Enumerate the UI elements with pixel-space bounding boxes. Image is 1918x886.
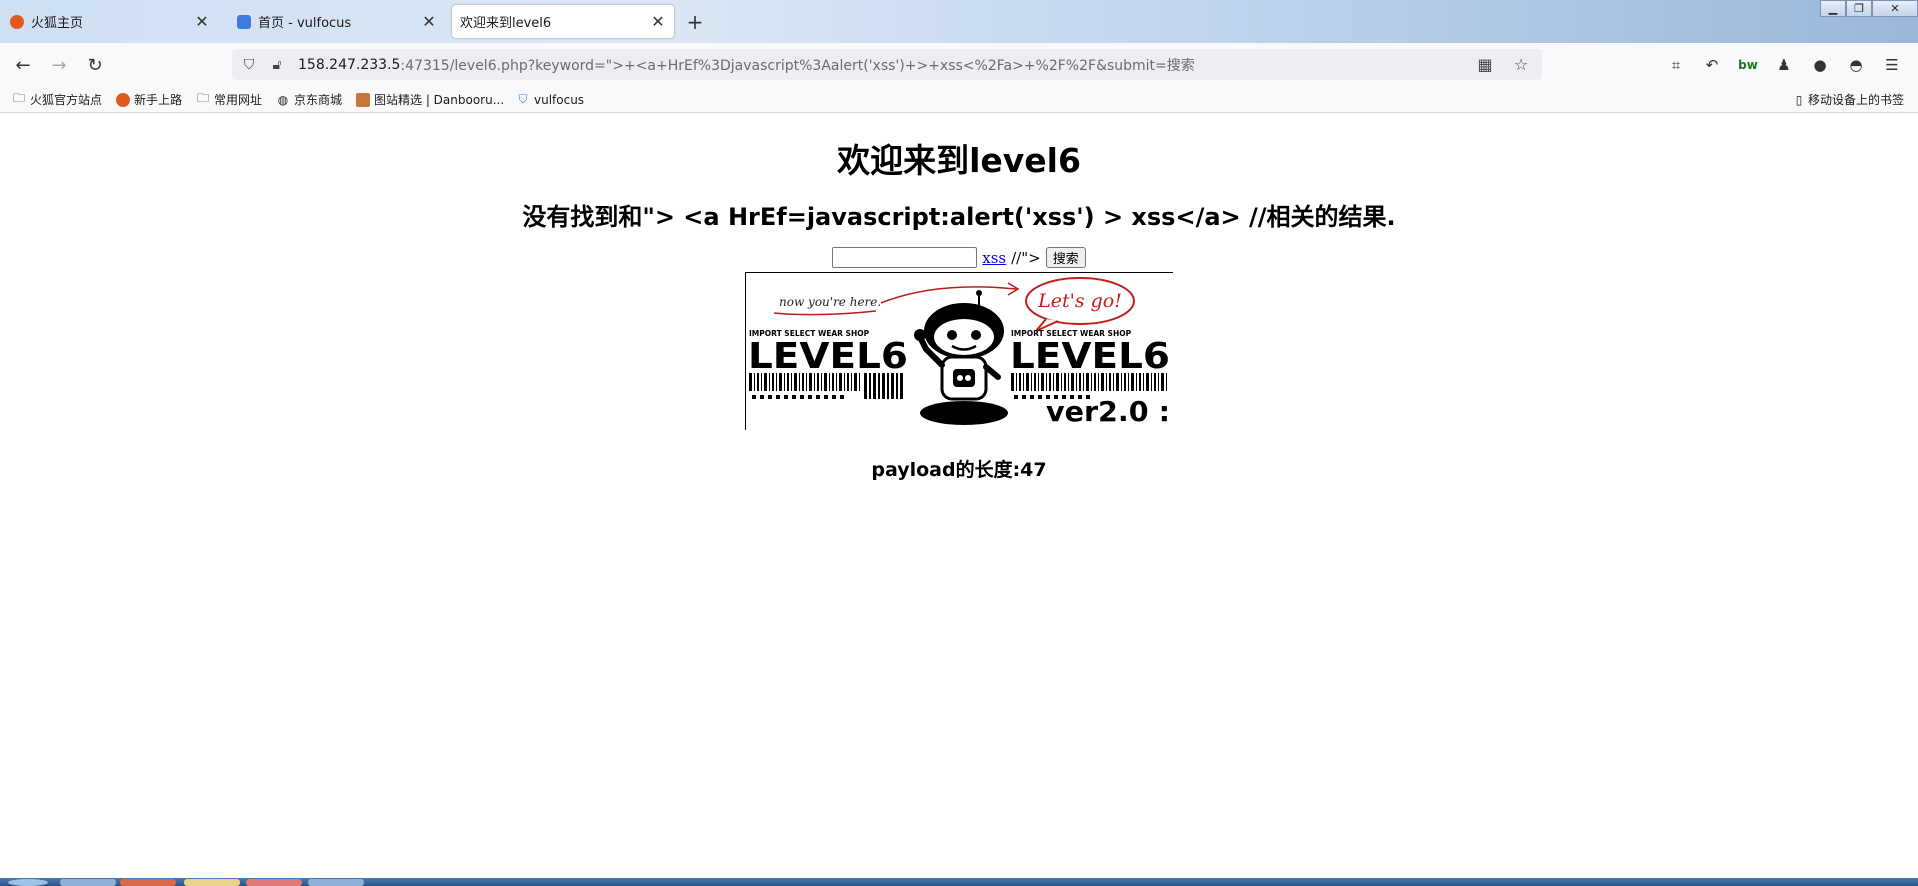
bookmark-item[interactable]: 🗀︎ 火狐官方站点: [12, 90, 102, 109]
toolbar-icons: ⌗ ↶ bw ♟ ● ◓ ☰: [1664, 53, 1904, 77]
firefox-icon: [10, 14, 24, 29]
taskbar-item[interactable]: [184, 879, 240, 886]
restore-button[interactable]: ❐: [1846, 0, 1872, 17]
bookmark-item[interactable]: 🗀︎ 常用网址: [196, 90, 262, 109]
back-button[interactable]: ←: [10, 52, 36, 78]
image-icon: [356, 92, 370, 107]
menu-icon[interactable]: ☰: [1880, 53, 1904, 77]
barcode-left: [749, 373, 903, 399]
star-icon[interactable]: ☆: [1510, 53, 1532, 75]
shield-icon: [237, 14, 251, 29]
bookmark-item[interactable]: ⛉ vulfocus: [516, 90, 584, 109]
search-form: xss //"> 搜索: [0, 247, 1918, 268]
banner-level-right: LEVEL6: [1010, 336, 1170, 377]
page-title: 欢迎来到level6: [837, 141, 1081, 180]
globe-icon: ◍: [277, 92, 289, 107]
address-bar[interactable]: ⛉ 🔓︎ 158.247.233.5:47315/level6.php?keyw…: [232, 49, 1542, 80]
injected-trailing-text: //">: [1011, 248, 1041, 267]
qr-code-icon[interactable]: ▦: [1474, 53, 1496, 75]
window-close-button[interactable]: ✕: [1872, 0, 1918, 17]
insecure-lock-icon[interactable]: 🔓︎: [266, 54, 288, 76]
taskbar-item[interactable]: [308, 879, 364, 886]
level6-banner-image: now you're here. Let's go! IMPORT SELECT…: [745, 272, 1173, 430]
banner-speech: Let's go!: [1037, 290, 1122, 312]
tab-vulfocus[interactable]: 首页 - vulfocus ✕: [227, 5, 445, 38]
navigation-bar: ← → ↻ ⛉ 🔓︎ 158.247.233.5:47315/level6.ph…: [0, 43, 1918, 86]
bookmark-label: 常用网址: [214, 93, 263, 107]
tab-label: 火狐主页: [31, 16, 84, 31]
start-button[interactable]: [8, 879, 48, 886]
payload-length: payload的长度:47: [871, 459, 1047, 481]
page-content: 欢迎来到level6 没有找到和"> <a HrEf=javascript:al…: [0, 114, 1918, 878]
bookmark-label: vulfocus: [534, 92, 585, 107]
bookmark-label: 火狐官方站点: [30, 93, 103, 107]
bookmark-label: 新手上路: [134, 93, 183, 107]
extension-bw-icon[interactable]: bw: [1736, 53, 1760, 77]
window-controls: ▁ ❐ ✕: [1820, 0, 1918, 17]
folder-icon: 🗀︎: [196, 91, 209, 105]
forward-button[interactable]: →: [46, 52, 72, 78]
bookmark-label: 图站精选 | Danbooru...: [374, 93, 505, 107]
arrow-left-icon: ←: [15, 54, 31, 76]
os-taskbar: [0, 878, 1918, 886]
banner-note: now you're here.: [779, 295, 881, 309]
banner-level-left: LEVEL6: [748, 336, 908, 377]
close-icon[interactable]: ✕: [419, 12, 439, 32]
injected-xss-link[interactable]: xss: [982, 249, 1006, 267]
close-icon[interactable]: ✕: [192, 12, 212, 32]
minimize-button[interactable]: ▁: [1820, 0, 1846, 17]
banner-version: ver2.0 :: [1046, 395, 1170, 428]
taskbar-item[interactable]: [120, 879, 176, 886]
bookmark-item[interactable]: 新手上路: [116, 90, 182, 109]
taskbar-item[interactable]: [60, 879, 116, 886]
mobile-device-icon: ▯: [1795, 92, 1803, 107]
search-input[interactable]: [832, 247, 978, 268]
search-button[interactable]: 搜索: [1045, 247, 1086, 268]
firefox-icon: [116, 92, 130, 107]
tab-label: 首页 - vulfocus: [258, 16, 352, 31]
mobile-bookmarks-label: 移动设备上的书签: [1808, 93, 1905, 107]
reload-button[interactable]: ↻: [82, 52, 108, 78]
search-result-message: 没有找到和"> <a HrEf=javascript:alert('xss') …: [522, 203, 1396, 231]
folder-icon: 🗀︎: [12, 91, 25, 105]
tab-firefox-home[interactable]: 火狐主页 ✕: [0, 5, 218, 38]
mobile-bookmarks[interactable]: ▯ 移动设备上的书签: [1794, 90, 1904, 109]
bookmark-item[interactable]: 图站精选 | Danbooru...: [356, 90, 504, 109]
bookmark-item[interactable]: ◍ 京东商城: [276, 90, 342, 109]
url-path: :47315/level6.php?keyword=">+<a+HrEf%3Dj…: [400, 57, 1195, 74]
bookmark-label: 京东商城: [294, 93, 343, 107]
hat-extension-icon[interactable]: ◓: [1844, 53, 1868, 77]
user-spy-icon[interactable]: ♟: [1772, 53, 1796, 77]
arrow-right-icon: →: [51, 54, 67, 76]
taskbar-item[interactable]: [246, 879, 302, 886]
reload-icon: ↻: [87, 54, 103, 76]
shield-icon[interactable]: ⛉: [238, 54, 260, 76]
close-icon[interactable]: ✕: [648, 12, 668, 32]
url-host: 158.247.233.5: [298, 56, 401, 73]
tab-label: 欢迎来到level6: [460, 16, 552, 31]
new-tab-button[interactable]: +: [683, 10, 707, 34]
circle-extension-icon[interactable]: ●: [1808, 53, 1832, 77]
undo-icon[interactable]: ↶: [1700, 53, 1724, 77]
tab-strip: 火狐主页 ✕ 首页 - vulfocus ✕ 欢迎来到level6 ✕ + ▁ …: [0, 0, 1918, 43]
tab-level6[interactable]: 欢迎来到level6 ✕: [452, 5, 674, 38]
crop-icon[interactable]: ⌗: [1664, 53, 1688, 77]
shield-icon: ⛉: [518, 92, 528, 106]
robot-mascot: [914, 290, 1008, 425]
bookmarks-bar: 🗀︎ 火狐官方站点 新手上路 🗀︎ 常用网址 ◍ 京东商城 图站精选 | Danboo…: [0, 86, 1918, 113]
